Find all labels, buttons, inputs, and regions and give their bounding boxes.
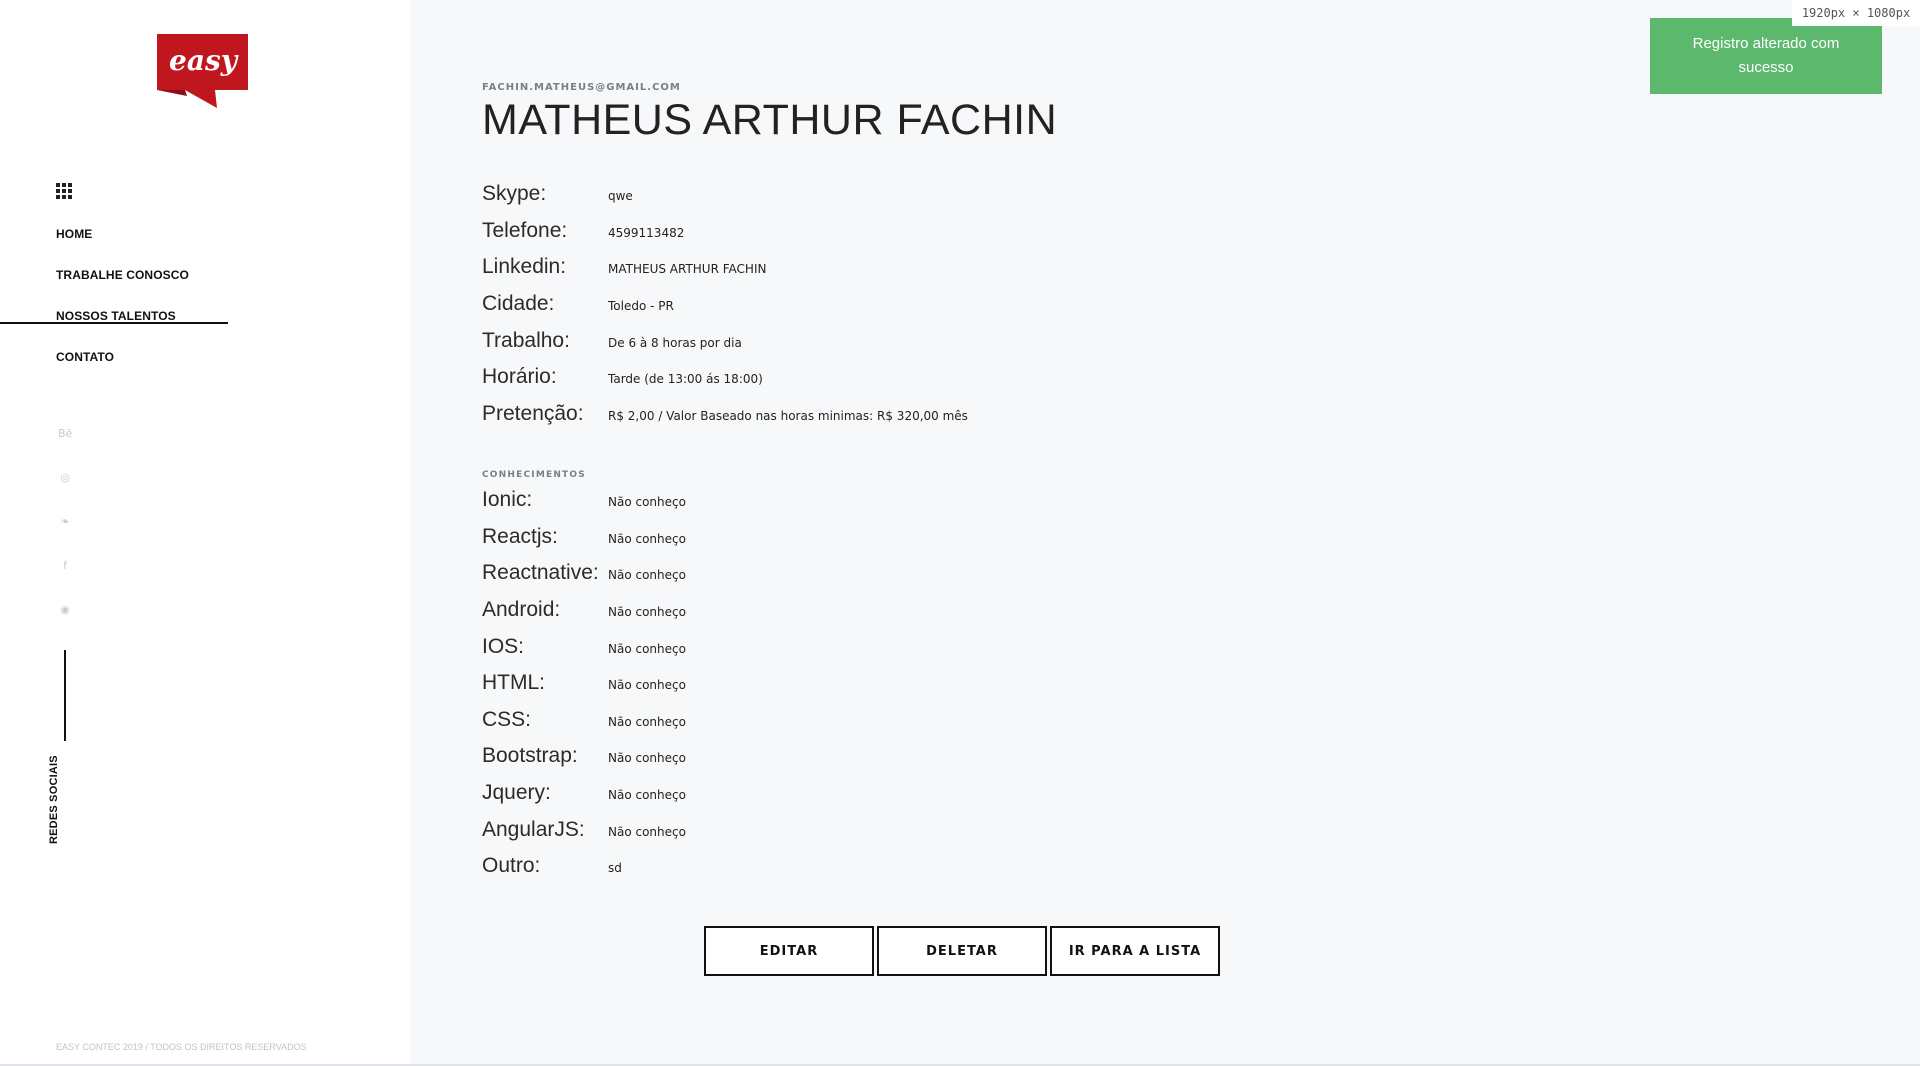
knowledge-row: Reactjs: Não conheço bbox=[482, 519, 686, 556]
field-value: De 6 à 8 horas por dia bbox=[608, 335, 742, 350]
nav-item-nossos-talentos[interactable]: NOSSOS TALENTOS bbox=[56, 306, 189, 347]
field-label: Cidade: bbox=[482, 292, 555, 316]
skill-label: AngularJS: bbox=[482, 817, 585, 841]
nav-item-trabalhe-conosco[interactable]: TRABALHE CONOSCO bbox=[0, 265, 228, 324]
action-buttons: EDITAR DELETAR IR PARA A LISTA bbox=[704, 926, 1220, 976]
dribbble-icon[interactable]: ◎ bbox=[58, 471, 72, 485]
success-toast[interactable]: Registro alterado com sucesso bbox=[1650, 18, 1882, 94]
field-label: Skype: bbox=[482, 182, 547, 206]
nav-item-contato[interactable]: CONTATO bbox=[56, 347, 189, 388]
knowledge-row: AngularJS: Não conheço bbox=[482, 811, 686, 848]
skill-value: Não conheço bbox=[608, 678, 686, 693]
knowledge-list: Ionic: Não conheço Reactjs: Não conheço Re… bbox=[482, 482, 686, 885]
field-value: Tarde (de 13:00 ás 18:00) bbox=[608, 372, 763, 387]
field-label: Horário: bbox=[482, 365, 557, 389]
profile-email: FACHIN.MATHEUS@GMAIL.COM bbox=[482, 82, 681, 93]
knowledge-row: HTML: Não conheço bbox=[482, 665, 686, 702]
skill-label: CSS: bbox=[482, 707, 532, 731]
skill-value: Não conheço bbox=[608, 751, 686, 766]
knowledge-row: Bootstrap: Não conheço bbox=[482, 738, 686, 775]
skill-label: Jquery: bbox=[482, 781, 551, 805]
nav-item-home[interactable]: HOME bbox=[56, 224, 189, 265]
field-row: Skype: qwe bbox=[482, 176, 968, 213]
skill-value: Não conheço bbox=[608, 824, 686, 839]
field-row: Linkedin: MATHEUS ARTHUR FACHIN bbox=[482, 249, 968, 286]
knowledge-row: Jquery: Não conheço bbox=[482, 775, 686, 812]
profile-fields: Skype: qwe Telefone: 4599113482 Linkedin: M… bbox=[482, 176, 968, 432]
skill-label: Reactnative: bbox=[482, 561, 599, 585]
field-value: 4599113482 bbox=[608, 225, 685, 240]
field-label: Linkedin: bbox=[482, 255, 567, 279]
skill-value: Não conheço bbox=[608, 531, 686, 546]
skill-label: Ionic: bbox=[482, 488, 533, 512]
svg-text:easy: easy bbox=[169, 44, 239, 77]
github-icon[interactable]: ◉ bbox=[58, 603, 72, 617]
skill-label: Reactjs: bbox=[482, 524, 558, 548]
skill-label: Android: bbox=[482, 598, 561, 622]
copyright: EASY CONTEC 2019 / TODOS OS DIREITOS RES… bbox=[56, 1042, 307, 1052]
skill-label: HTML: bbox=[482, 671, 545, 695]
skill-label: Outro: bbox=[482, 854, 541, 878]
social-label: REDES SOCIAIS bbox=[48, 755, 60, 844]
dimensions-badge: 1920px × 1080px bbox=[1792, 0, 1920, 26]
facebook-icon[interactable]: f bbox=[58, 559, 72, 573]
field-label: Trabalho: bbox=[482, 328, 570, 352]
skill-label: Bootstrap: bbox=[482, 744, 578, 768]
knowledge-title: CONHECIMENTOS bbox=[482, 470, 586, 480]
go-to-list-button[interactable]: IR PARA A LISTA bbox=[1050, 926, 1220, 976]
field-row: Trabalho: De 6 à 8 horas por dia bbox=[482, 322, 968, 359]
easy-logo[interactable]: easy bbox=[155, 32, 250, 110]
knowledge-row: Reactnative: Não conheço bbox=[482, 555, 686, 592]
field-value: R$ 2,00 / Valor Baseado nas horas minima… bbox=[608, 408, 968, 423]
skill-value: Não conheço bbox=[608, 788, 686, 803]
apps-grid-icon[interactable] bbox=[56, 183, 72, 199]
twitter-icon[interactable]: ❧ bbox=[58, 515, 72, 529]
profile-name: MATHEUS ARTHUR FACHIN bbox=[482, 96, 1058, 144]
skill-value: sd bbox=[608, 861, 622, 876]
field-value: qwe bbox=[608, 189, 633, 204]
field-value: MATHEUS ARTHUR FACHIN bbox=[608, 262, 767, 277]
knowledge-row: CSS: Não conheço bbox=[482, 702, 686, 739]
knowledge-row: Android: Não conheço bbox=[482, 592, 686, 629]
knowledge-row: Outro: sd bbox=[482, 848, 686, 885]
skill-label: IOS: bbox=[482, 634, 525, 658]
skill-value: Não conheço bbox=[608, 568, 686, 583]
edit-button[interactable]: EDITAR bbox=[704, 926, 874, 976]
knowledge-row: Ionic: Não conheço bbox=[482, 482, 686, 519]
social-links: Bē ◎ ❧ f ◉ bbox=[58, 427, 72, 647]
field-label: Pretenção: bbox=[482, 401, 584, 425]
skill-value: Não conheço bbox=[608, 495, 686, 510]
main-nav: HOME TRABALHE CONOSCO NOSSOS TALENTOS CO… bbox=[0, 224, 228, 388]
field-row: Pretenção: R$ 2,00 / Valor Baseado nas ho… bbox=[482, 396, 968, 433]
field-row: Telefone: 4599113482 bbox=[482, 213, 968, 250]
knowledge-row: IOS: Não conheço bbox=[482, 628, 686, 665]
skill-value: Não conheço bbox=[608, 605, 686, 620]
field-value: Toledo - PR bbox=[608, 299, 674, 314]
social-divider bbox=[64, 650, 66, 741]
field-row: Cidade: Toledo - PR bbox=[482, 286, 968, 323]
skill-value: Não conheço bbox=[608, 714, 686, 729]
skill-value: Não conheço bbox=[608, 641, 686, 656]
field-row: Horário: Tarde (de 13:00 ás 18:00) bbox=[482, 359, 968, 396]
field-label: Telefone: bbox=[482, 218, 568, 242]
behance-icon[interactable]: Bē bbox=[58, 427, 72, 441]
sidebar: easy HOME TRABALHE CONOSCO NOSSOS TALENT… bbox=[0, 0, 410, 1066]
delete-button[interactable]: DELETAR bbox=[877, 926, 1047, 976]
